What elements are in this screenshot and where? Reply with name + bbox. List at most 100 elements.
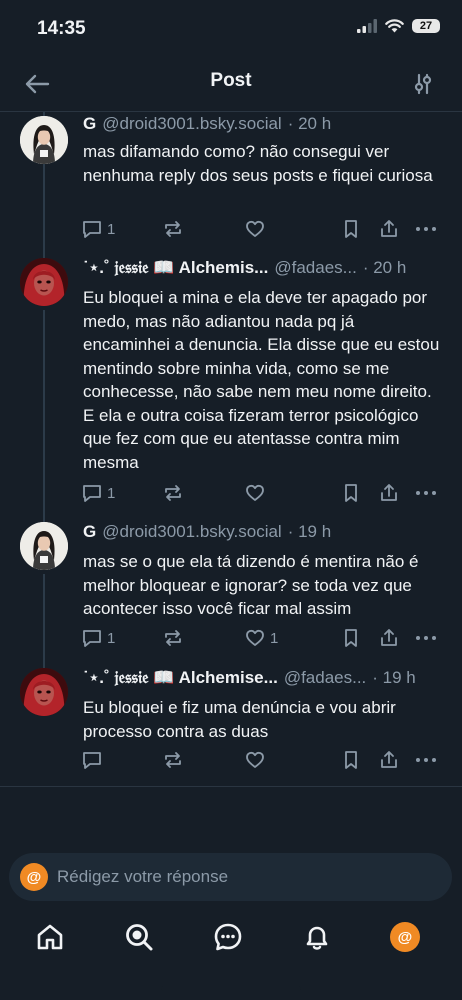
author-name[interactable]: G xyxy=(83,522,96,542)
reply-icon xyxy=(83,752,101,769)
page-title: Post xyxy=(210,70,252,91)
avatar[interactable] xyxy=(20,522,68,570)
heart-icon xyxy=(246,751,264,768)
heart-icon xyxy=(246,484,264,501)
more-icon xyxy=(416,491,436,495)
tab-home[interactable] xyxy=(33,920,67,954)
reply-button[interactable]: 1 xyxy=(82,625,115,651)
more-button[interactable] xyxy=(415,625,437,651)
share-button[interactable] xyxy=(379,625,399,651)
like-button[interactable] xyxy=(245,216,270,242)
post-header: G @droid3001.bsky.social · 20 h xyxy=(83,114,446,138)
repost-icon xyxy=(165,752,181,768)
post-text: Eu bloquei e fiz uma denúncia e vou abri… xyxy=(83,698,396,741)
post-actions xyxy=(82,747,444,773)
share-icon xyxy=(381,751,397,768)
like-button[interactable]: 1 xyxy=(245,625,278,651)
home-icon xyxy=(37,924,63,950)
more-button[interactable] xyxy=(415,480,437,506)
post-text: Eu bloquei a mina e ela deve ter apagado… xyxy=(83,288,440,472)
thread-post[interactable]: ˙⋆.˚ 𝔧𝔢𝔰𝔰𝔦𝔢 📖 Alchemise... @fadaes... · … xyxy=(0,668,462,786)
post-actions: 1 xyxy=(82,480,444,506)
home-indicator xyxy=(161,986,301,991)
author-handle[interactable]: @droid3001.bsky.social xyxy=(102,114,281,134)
repost-button[interactable] xyxy=(163,625,188,651)
author-name[interactable]: ˙⋆.˚ 𝔧𝔢𝔰𝔰𝔦𝔢 📖 Alchemis... xyxy=(83,258,268,278)
tab-notifications[interactable] xyxy=(300,920,334,954)
signal-icon xyxy=(357,19,377,33)
repost-icon xyxy=(165,485,181,501)
bookmark-button[interactable] xyxy=(341,480,361,506)
user-photo-icon xyxy=(20,258,68,306)
post-header: G @droid3001.bsky.social · 19 h xyxy=(83,522,446,546)
thread-post[interactable]: G @droid3001.bsky.social · 19 h mas se o… xyxy=(0,522,462,658)
author-handle[interactable]: @fadaes... xyxy=(284,668,366,688)
bookmark-button[interactable] xyxy=(341,625,361,651)
share-button[interactable] xyxy=(379,216,399,242)
more-button[interactable] xyxy=(415,747,437,773)
like-button[interactable] xyxy=(245,480,270,506)
reply-count: 1 xyxy=(107,220,116,238)
status-icons: 27 xyxy=(357,19,440,33)
status-bar: 14:35 27 xyxy=(0,0,462,60)
tab-search[interactable] xyxy=(122,920,156,954)
bookmark-icon xyxy=(345,629,357,647)
back-button[interactable] xyxy=(22,69,52,99)
reply-icon xyxy=(83,485,101,502)
more-button[interactable] xyxy=(415,216,437,242)
share-icon xyxy=(381,629,397,646)
post-time: · 20 h xyxy=(362,258,407,277)
heart-icon xyxy=(246,629,264,646)
search-icon xyxy=(126,924,153,951)
reply-icon xyxy=(83,221,101,238)
reply-count: 1 xyxy=(107,484,116,502)
thread-divider xyxy=(0,786,462,787)
post-time: · 19 h xyxy=(372,668,416,687)
avatar[interactable] xyxy=(20,668,68,716)
avatar[interactable] xyxy=(20,116,68,164)
reply-icon xyxy=(83,630,101,647)
repost-icon xyxy=(165,221,181,237)
wifi-icon xyxy=(385,19,404,33)
author-handle[interactable]: @droid3001.bsky.social xyxy=(102,522,281,542)
composer-avatar: @ xyxy=(20,863,48,891)
post-actions: 1 1 xyxy=(82,625,444,651)
reply-input-placeholder[interactable]: Rédigez votre réponse xyxy=(57,867,228,887)
bookmark-button[interactable] xyxy=(341,747,361,773)
bottom-tab-bar: @ xyxy=(0,912,462,960)
reply-button[interactable]: 1 xyxy=(82,216,115,242)
repost-icon xyxy=(165,630,181,646)
author-name[interactable]: ˙⋆.˚ 𝔧𝔢𝔰𝔰𝔦𝔢 📖 Alchemise... xyxy=(83,668,278,688)
author-name[interactable]: G xyxy=(83,114,96,134)
more-icon xyxy=(416,758,436,762)
thread-post[interactable]: ˙⋆.˚ 𝔧𝔢𝔰𝔰𝔦𝔢 📖 Alchemis... @fadaes... · 2… xyxy=(0,258,462,510)
reply-composer[interactable]: @ Rédigez votre réponse xyxy=(9,853,452,901)
avatar[interactable] xyxy=(20,258,68,306)
repost-button[interactable] xyxy=(163,480,188,506)
thread-post[interactable]: G @droid3001.bsky.social · 20 h mas difa… xyxy=(0,112,462,250)
user-photo-icon xyxy=(20,116,68,164)
post-time: · 19 h xyxy=(287,522,332,541)
battery-indicator: 27 xyxy=(412,19,440,33)
repost-button[interactable] xyxy=(163,216,188,242)
bookmark-icon xyxy=(345,751,357,769)
tab-profile[interactable]: @ xyxy=(388,920,422,954)
reply-button[interactable] xyxy=(82,747,107,773)
bookmark-icon xyxy=(345,220,357,238)
post-text: mas difamando como? não consegui ver nen… xyxy=(83,142,433,185)
status-time: 14:35 xyxy=(37,18,86,39)
reply-button[interactable]: 1 xyxy=(82,480,115,506)
bookmark-icon xyxy=(345,484,357,502)
thread-settings-button[interactable] xyxy=(408,69,438,99)
heart-icon xyxy=(246,220,264,237)
like-button[interactable] xyxy=(245,747,270,773)
reply-count: 1 xyxy=(107,629,116,647)
tab-chat[interactable] xyxy=(211,920,245,954)
bell-icon xyxy=(306,926,328,950)
repost-button[interactable] xyxy=(163,747,188,773)
share-button[interactable] xyxy=(379,747,399,773)
share-button[interactable] xyxy=(379,480,399,506)
bookmark-button[interactable] xyxy=(341,216,361,242)
post-actions: 1 xyxy=(82,216,444,242)
author-handle[interactable]: @fadaes... xyxy=(274,258,356,278)
